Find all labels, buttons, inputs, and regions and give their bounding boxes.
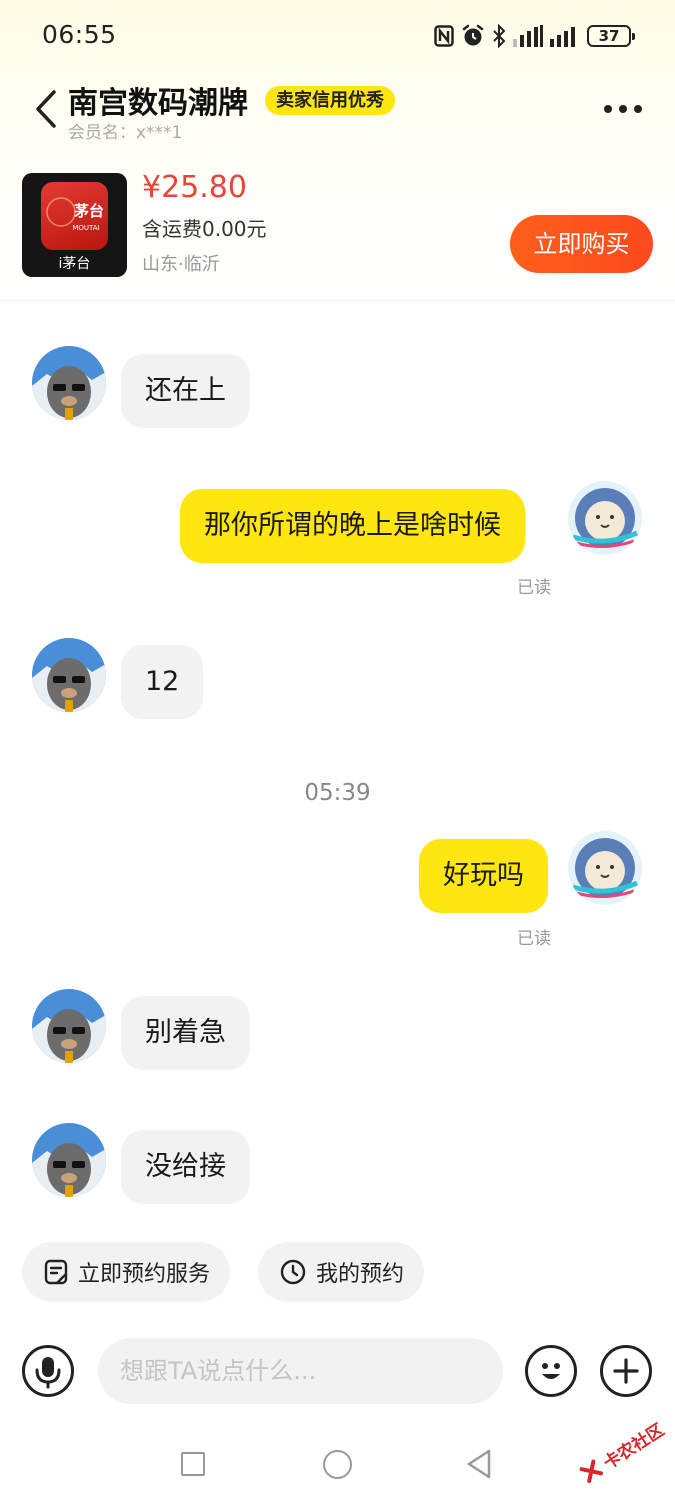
seller-avatar[interactable] bbox=[32, 638, 106, 712]
watermark-text: 卡农社区 bbox=[599, 1419, 668, 1474]
message-bubble-incoming[interactable]: 别着急 bbox=[121, 996, 250, 1070]
moutai-logo: 茅台 MOUTAI bbox=[41, 182, 108, 250]
product-thumbnail[interactable]: 茅台 MOUTAI i茅台 bbox=[22, 173, 127, 277]
credit-badge: 卖家信用优秀 bbox=[265, 86, 395, 115]
signal-icon-2 bbox=[550, 27, 575, 47]
product-shipping: 含运费0.00元 bbox=[142, 217, 267, 241]
bluetooth-icon bbox=[493, 24, 506, 48]
chat-timestamp: 05:39 bbox=[304, 780, 371, 806]
nfc-icon bbox=[434, 25, 454, 47]
back-arrow-icon[interactable] bbox=[30, 88, 62, 130]
read-status: 已读 bbox=[517, 929, 551, 949]
nav-back-icon[interactable] bbox=[465, 1448, 493, 1480]
clock-icon bbox=[280, 1259, 306, 1285]
read-status: 已读 bbox=[517, 578, 551, 598]
signal-icon-1 bbox=[513, 25, 543, 47]
nav-recents-icon[interactable] bbox=[181, 1452, 205, 1476]
product-brand-label: i茅台 bbox=[58, 256, 91, 272]
battery-icon: 37 bbox=[587, 25, 635, 47]
watermark: 卡农社区 bbox=[563, 1393, 675, 1500]
nav-home-icon[interactable] bbox=[323, 1450, 352, 1479]
message-input[interactable] bbox=[98, 1338, 503, 1404]
my-avatar[interactable] bbox=[568, 831, 642, 905]
product-price: ¥25.80 bbox=[142, 170, 247, 205]
seller-avatar[interactable] bbox=[32, 1123, 106, 1197]
alarm-icon bbox=[462, 24, 484, 46]
product-location: 山东·临沂 bbox=[142, 254, 220, 275]
emoji-icon[interactable] bbox=[525, 1345, 577, 1397]
message-bubble-outgoing[interactable]: 那你所谓的晚上是啥时候 bbox=[180, 489, 525, 563]
message-bubble-incoming[interactable]: 还在上 bbox=[121, 354, 250, 428]
seller-avatar[interactable] bbox=[32, 989, 106, 1063]
member-label: 会员名：x***1 bbox=[68, 123, 183, 143]
seller-avatar[interactable] bbox=[32, 346, 106, 420]
chip-label: 我的预约 bbox=[316, 1262, 405, 1287]
my-bookings-chip[interactable]: 我的预约 bbox=[258, 1242, 425, 1302]
plus-icon[interactable] bbox=[600, 1345, 652, 1397]
message-bubble-incoming[interactable]: 没给接 bbox=[121, 1130, 250, 1204]
my-avatar[interactable] bbox=[568, 481, 642, 555]
message-bubble-incoming[interactable]: 12 bbox=[121, 645, 204, 719]
shop-name[interactable]: 南宫数码潮牌 bbox=[68, 78, 248, 122]
logo-sub: MOUTAI bbox=[72, 224, 99, 232]
message-bubble-outgoing[interactable]: 好玩吗 bbox=[419, 839, 548, 913]
status-icons: 37 bbox=[434, 22, 635, 50]
more-menu-icon[interactable] bbox=[604, 98, 648, 120]
voice-input-icon[interactable] bbox=[22, 1345, 74, 1397]
book-service-chip[interactable]: 立即预约服务 bbox=[22, 1242, 231, 1302]
logo-text: 茅台 bbox=[74, 202, 104, 220]
chip-label: 立即预约服务 bbox=[78, 1262, 211, 1287]
divider bbox=[0, 300, 675, 301]
status-bar: 06:55 37 bbox=[0, 0, 675, 70]
calendar-note-icon bbox=[44, 1259, 68, 1285]
status-time: 06:55 bbox=[42, 20, 117, 49]
buy-now-button[interactable]: 立即购买 bbox=[510, 215, 653, 273]
